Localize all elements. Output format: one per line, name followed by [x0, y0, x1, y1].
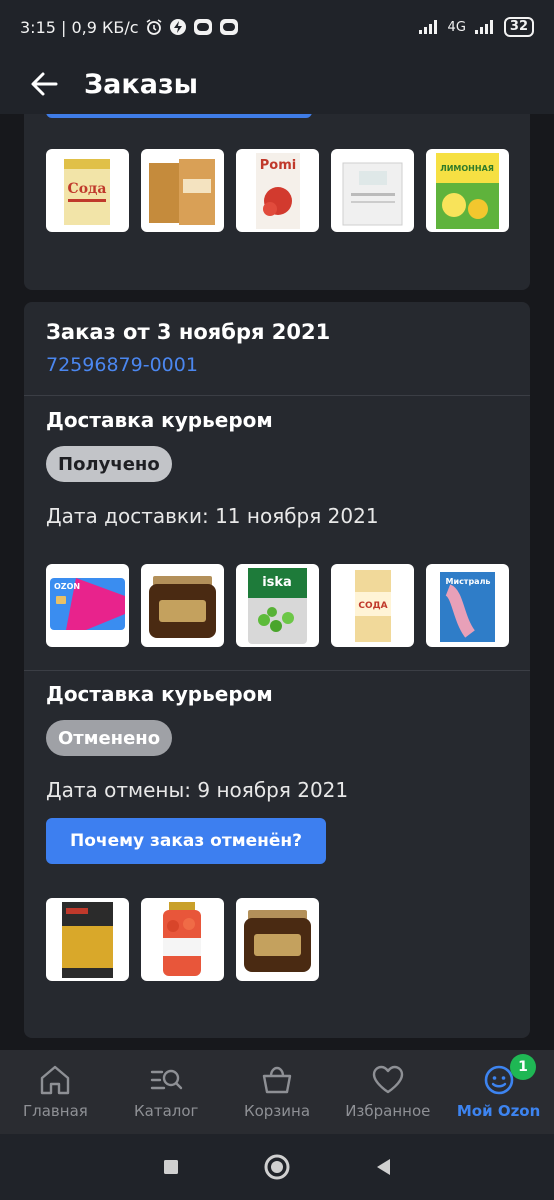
nav-home[interactable]: Главная: [0, 1050, 111, 1134]
status-badge-received: Получено: [46, 446, 172, 482]
product-thumb-bulgur[interactable]: [46, 898, 129, 981]
product-thumb-soda-pack[interactable]: СОДА: [331, 564, 414, 647]
svg-text:Сода: Сода: [68, 181, 107, 197]
svg-text:Pomi: Pomi: [260, 158, 296, 173]
app-root: 3:15 | 0,9 КБ/с 4G 32 Заказы Сода Pomi Л…: [0, 0, 554, 1200]
nav-catalog[interactable]: Каталог: [111, 1050, 222, 1134]
product-thumb-peas[interactable]: iska: [236, 564, 319, 647]
svg-text:iska: iska: [262, 575, 292, 590]
svg-text:ЛИМОННАЯ: ЛИМОННАЯ: [440, 164, 494, 173]
order-number-link[interactable]: 72596879-0001: [46, 354, 198, 376]
divider: [24, 670, 530, 671]
system-nav: [0, 1134, 554, 1200]
product-thumb-jar[interactable]: [141, 564, 224, 647]
nav-label: Мой Ozon: [456, 1102, 541, 1120]
svg-text:OZON: OZON: [54, 582, 80, 591]
heart-icon: [372, 1065, 403, 1094]
bottom-nav: Главная Каталог Корзина Избранное Мой Oz…: [0, 1050, 554, 1134]
product-thumb-soda[interactable]: Сода: [46, 149, 129, 232]
nav-favorites[interactable]: Избранное: [332, 1050, 443, 1134]
shipment-method: Доставка курьером: [46, 682, 273, 706]
product-thumb-groats[interactable]: [141, 149, 224, 232]
home-circle-icon[interactable]: [263, 1153, 291, 1181]
nav-label: Избранное: [345, 1102, 431, 1120]
product-thumb-pomi[interactable]: Pomi: [236, 149, 319, 232]
app-header: Заказы: [0, 54, 554, 114]
vpn-icon-2: [219, 18, 239, 36]
shipment-method: Доставка курьером: [46, 408, 273, 432]
status-badge-cancelled: Отменено: [46, 720, 173, 756]
product-thumb-citric-acid[interactable]: ЛИМОННАЯ: [426, 149, 509, 232]
status-time: 3:15 | 0,9 КБ/с: [20, 17, 139, 37]
back-button[interactable]: [14, 54, 74, 114]
nav-label: Корзина: [243, 1102, 311, 1120]
page-title: Заказы: [84, 68, 199, 100]
product-thumb-jar-2[interactable]: [236, 898, 319, 981]
order-card[interactable]: Заказ от 3 ноября 2021 72596879-0001 Дос…: [24, 302, 530, 1038]
nav-label: Главная: [23, 1102, 88, 1120]
nav-label: Каталог: [133, 1102, 199, 1120]
orders-list[interactable]: Сода Pomi ЛИМОННАЯ Заказ от 3 ноября 202…: [0, 114, 554, 1050]
previous-order-button[interactable]: [46, 114, 312, 118]
recents-icon[interactable]: [161, 1157, 181, 1177]
product-thumb-ozon-card[interactable]: OZON: [46, 564, 129, 647]
catalog-search-icon: [150, 1069, 183, 1090]
charging-icon: [169, 18, 187, 36]
back-triangle-icon[interactable]: [373, 1156, 393, 1178]
product-thumb-sugar[interactable]: [331, 149, 414, 232]
signal-icon-2: [474, 19, 496, 35]
order-title: Заказ от 3 ноября 2021: [46, 320, 331, 344]
basket-icon: [262, 1066, 292, 1094]
vpn-icon: [193, 18, 213, 36]
why-cancelled-button[interactable]: Почему заказ отменён?: [46, 818, 326, 864]
product-thumb-kuban-tomatoes[interactable]: [141, 898, 224, 981]
nav-cart[interactable]: Корзина: [222, 1050, 333, 1134]
product-thumb-barley[interactable]: Мистраль: [426, 564, 509, 647]
divider: [24, 395, 530, 396]
arrow-left-icon: [31, 72, 58, 96]
alarm-icon: [145, 18, 163, 36]
status-bar: 3:15 | 0,9 КБ/с 4G 32: [0, 0, 554, 54]
notification-badge: 1: [509, 1054, 536, 1080]
nav-my-ozon[interactable]: Мой Ozon 1: [443, 1050, 554, 1134]
svg-text:СОДА: СОДА: [358, 601, 387, 611]
delivery-date: Дата доставки: 11 ноября 2021: [46, 504, 379, 528]
signal-icon: [418, 19, 440, 35]
cancel-date: Дата отмены: 9 ноября 2021: [46, 778, 349, 802]
svg-text:Мистраль: Мистраль: [446, 577, 491, 586]
network-label: 4G: [447, 19, 466, 35]
order-card-previous[interactable]: Сода Pomi ЛИМОННАЯ: [24, 114, 530, 290]
battery-icon: 32: [503, 17, 534, 37]
home-icon: [41, 1065, 70, 1095]
